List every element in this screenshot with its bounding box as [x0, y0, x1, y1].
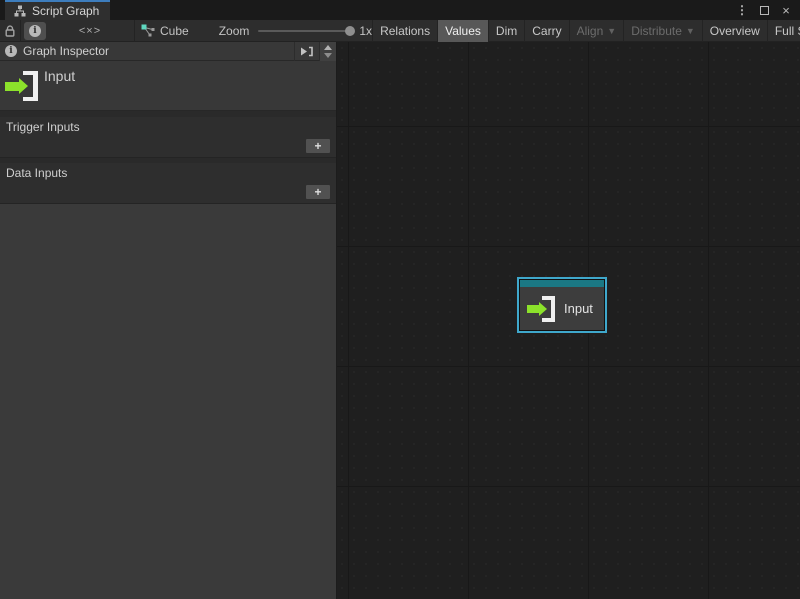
- tab-label: Script Graph: [32, 4, 99, 18]
- graph-hierarchy-icon: [14, 5, 26, 17]
- more-menu-icon[interactable]: ⋮: [734, 2, 750, 18]
- input-node-icon: [527, 296, 555, 322]
- graph-inspector-panel: i Graph Inspector Input: [0, 42, 337, 599]
- add-data-input-button[interactable]: +: [305, 184, 331, 200]
- lock-icon: [4, 24, 16, 38]
- zoom-slider[interactable]: [258, 30, 350, 32]
- code-icon: <×>: [79, 25, 101, 37]
- overview-button[interactable]: Overview: [702, 20, 767, 42]
- graph-toolbar: i <×> Cube Zoom 1x Relations: [0, 20, 800, 42]
- distribute-dropdown[interactable]: Distribute ▼: [623, 20, 702, 42]
- zoom-control: Zoom 1x: [219, 24, 372, 38]
- maximize-icon[interactable]: [756, 2, 772, 18]
- trigger-inputs-list: +: [0, 136, 336, 157]
- dock-panel-button[interactable]: [294, 42, 319, 61]
- content-area: i Graph Inspector Input: [0, 42, 800, 599]
- input-node-header: [520, 280, 604, 287]
- data-inputs-list: +: [0, 182, 336, 203]
- inspector-title: Graph Inspector: [23, 44, 294, 58]
- scroll-down-icon[interactable]: [324, 53, 332, 58]
- unity-visual-scripting-window: Script Graph ⋮ × i <×>: [0, 0, 800, 599]
- window-controls: ⋮ ×: [734, 0, 800, 20]
- zoom-slider-thumb[interactable]: [345, 26, 355, 36]
- input-node[interactable]: Input: [517, 277, 607, 333]
- info-icon: i: [29, 25, 41, 37]
- cube-label: Cube: [160, 24, 189, 38]
- close-icon[interactable]: ×: [778, 2, 794, 18]
- relations-button[interactable]: Relations: [372, 20, 437, 42]
- add-trigger-input-button[interactable]: +: [305, 138, 331, 154]
- lock-button[interactable]: [0, 20, 20, 42]
- zoom-label: Zoom: [219, 24, 250, 38]
- fullscreen-button[interactable]: Full Screen: [767, 20, 800, 42]
- code-view-button[interactable]: <×>: [46, 20, 134, 42]
- cube-graph-icon: [141, 24, 155, 38]
- node-preview: Input: [0, 61, 336, 111]
- trigger-inputs-label: Trigger Inputs: [0, 117, 336, 136]
- align-dropdown[interactable]: Align ▼: [569, 20, 624, 42]
- chevron-down-icon: ▼: [686, 26, 695, 36]
- scroll-up-icon[interactable]: [324, 45, 332, 50]
- graph-canvas[interactable]: Input: [337, 42, 800, 599]
- carry-button[interactable]: Carry: [524, 20, 568, 42]
- input-node-label: Input: [564, 301, 593, 316]
- tab-script-graph[interactable]: Script Graph: [5, 0, 110, 20]
- tab-bar: Script Graph ⋮ ×: [0, 0, 800, 20]
- data-inputs-section: Data Inputs +: [0, 163, 336, 204]
- panel-scroller: [319, 42, 336, 61]
- data-inputs-label: Data Inputs: [0, 163, 336, 182]
- dock-icon: [300, 46, 314, 57]
- input-node-icon: [5, 71, 38, 101]
- values-button[interactable]: Values: [437, 20, 488, 42]
- chevron-down-icon: ▼: [607, 26, 616, 36]
- dim-button[interactable]: Dim: [488, 20, 524, 42]
- trigger-inputs-section: Trigger Inputs +: [0, 117, 336, 158]
- toolbar-separator: [20, 20, 21, 42]
- graph-owner-button[interactable]: Cube: [135, 20, 197, 42]
- inspector-toggle-button[interactable]: i: [24, 22, 46, 40]
- node-preview-title: Input: [44, 68, 75, 84]
- zoom-value: 1x: [359, 24, 372, 38]
- info-icon: i: [5, 45, 17, 57]
- inspector-empty-area: [0, 204, 336, 599]
- inspector-header: i Graph Inspector: [0, 42, 336, 61]
- toolbar-button-group: Relations Values Dim Carry Align ▼ Distr…: [372, 20, 800, 42]
